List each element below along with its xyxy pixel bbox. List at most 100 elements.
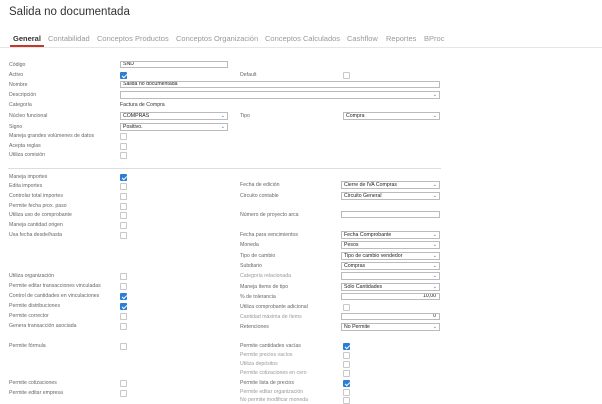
permite-corrector-checkbox[interactable] (120, 313, 127, 320)
subdiario-select[interactable]: Compras ⌄ (341, 262, 440, 270)
descripcion-select[interactable]: ⌄ (120, 91, 440, 99)
permite-lista-precios-checkbox[interactable] (343, 380, 350, 387)
tolerancia-input[interactable]: 10,00 (341, 293, 440, 300)
permite-editar-empresa-checkbox[interactable] (120, 390, 127, 397)
chevron-down-icon: ⌄ (432, 324, 437, 330)
tipo-select[interactable]: Compra ⌄ (343, 112, 440, 120)
utiliza-org-checkbox[interactable] (120, 273, 127, 280)
usa-fecha-desde-checkbox[interactable] (120, 232, 127, 239)
tipo-select-value: Compra (346, 113, 365, 119)
tab-conceptos-calculados[interactable]: Conceptos Calculados (265, 34, 340, 43)
tipo-cambio-select[interactable]: Tipo de cambio vendedor ⌄ (341, 252, 440, 260)
circuito-select[interactable]: Circuito General ⌄ (341, 192, 440, 200)
chevron-down-icon: ⌄ (432, 92, 437, 98)
maneja-importes-checkbox[interactable] (120, 174, 127, 181)
page-title: Salida no documentada (9, 6, 130, 18)
utiliza-comp-adic-label: Utiliza comprobante adicional (240, 304, 308, 310)
permite-editar-org-label: Permite editar organización (240, 389, 304, 395)
controlar-total-checkbox[interactable] (120, 193, 127, 200)
fecha-venc-select[interactable]: Fecha Comprobante ⌄ (341, 231, 440, 239)
cantidad-max-input[interactable]: 0 (341, 313, 440, 320)
codigo-label: Código (9, 62, 26, 68)
nombre-input[interactable]: Salida no documentada (120, 81, 440, 88)
numero-proyecto-label: Número de proyecto arca (240, 212, 299, 218)
signo-select[interactable]: Positivo. ⌄ (120, 123, 228, 131)
cantidad-max-label: Cantidad máxima de ítems (240, 314, 302, 320)
section-divider (8, 168, 441, 169)
no-permite-modificar-moneda-checkbox[interactable] (343, 397, 350, 404)
usa-fecha-desde-label: Usa fecha desde/hasta (9, 232, 63, 238)
fecha-edicion-select[interactable]: Cierre de IVA Compras ⌄ (341, 181, 440, 189)
chevron-down-icon: ⌄ (432, 193, 437, 199)
utiliza-depositos-checkbox[interactable] (343, 361, 350, 368)
tab-cashflow[interactable]: Cashflow (347, 34, 378, 43)
maneja-cantidad-label: Maneja cantidad origen (9, 222, 63, 228)
signo-select-value: Positivo. (123, 124, 143, 130)
subdiario-select-value: Compras (344, 263, 366, 269)
retenciones-select[interactable]: No Permite ⌄ (341, 323, 440, 331)
moneda-select[interactable]: Pesos ⌄ (341, 241, 440, 249)
permite-lista-precios-label: Permite lista de precios (240, 380, 294, 386)
tab-bproc[interactable]: BProc (424, 34, 444, 43)
maneja-items-label: Maneja ítems de tipo (240, 284, 289, 290)
moneda-label: Moneda (240, 242, 259, 248)
utiliza-comp-adic-checkbox[interactable] (343, 304, 350, 311)
tab-general[interactable]: General (13, 34, 41, 43)
permite-formula-label: Permite fórmula (9, 343, 46, 349)
permite-cotizaciones-checkbox[interactable] (120, 380, 127, 387)
fecha-edicion-select-value: Cierre de IVA Compras (344, 182, 397, 188)
permite-cotiz-cero-checkbox[interactable] (343, 370, 350, 377)
tab-reportes[interactable]: Reportes (386, 34, 416, 43)
permite-cant-vacias-checkbox[interactable] (343, 343, 350, 350)
permite-editar-trans-checkbox[interactable] (120, 283, 127, 290)
maneja-items-select[interactable]: Sólo Cantidades ⌄ (341, 283, 440, 291)
permite-distribuciones-label: Permite distribuciones (9, 303, 61, 309)
acepta-reglas-label: Acepta reglas (9, 143, 41, 149)
tipo-cambio-label: Tipo de cambio (240, 253, 276, 259)
tipo-label: Tipo (240, 113, 250, 119)
utiliza-depositos-label: Utiliza depósitos (240, 361, 278, 367)
nucleo-select[interactable]: COMPRAS ⌄ (120, 112, 228, 120)
numero-proyecto-input[interactable] (341, 211, 440, 218)
permite-precios-vacios-label: Permite precios vacíos (240, 352, 293, 358)
genera-trans-checkbox[interactable] (120, 323, 127, 330)
permite-fecha-checkbox[interactable] (120, 203, 127, 210)
maneja-grandes-checkbox[interactable] (120, 133, 127, 140)
descripcion-label: Descripción (9, 92, 37, 98)
categoria-rel-label: Categoría relacionada (240, 273, 292, 279)
permite-precios-vacios-checkbox[interactable] (343, 352, 350, 359)
permite-editar-org-checkbox[interactable] (343, 389, 350, 396)
utiliza-comision-checkbox[interactable] (120, 152, 127, 159)
utiliza-uso-checkbox[interactable] (120, 212, 127, 219)
chevron-down-icon: ⌄ (432, 232, 437, 238)
nucleo-select-value: COMPRAS (123, 113, 150, 119)
activo-checkbox[interactable] (120, 72, 127, 79)
permite-fecha-label: Permite fecha prox. paso (9, 203, 67, 209)
tolerancia-label: % de tolerancia (240, 294, 276, 300)
tab-contabilidad[interactable]: Contabilidad (48, 34, 90, 43)
fecha-edicion-label: Fecha de edición (240, 182, 280, 188)
categoria-label: Categoría (9, 102, 32, 108)
retenciones-select-value: No Permite (344, 324, 370, 330)
edita-importes-checkbox[interactable] (120, 183, 127, 190)
chevron-down-icon: ⌄ (220, 124, 225, 130)
chevron-down-icon: ⌄ (432, 182, 437, 188)
nombre-label: Nombre (9, 82, 28, 88)
default-checkbox[interactable] (343, 72, 350, 79)
control-cantidades-checkbox[interactable] (120, 293, 127, 300)
edita-importes-label: Edita importes (9, 183, 43, 189)
maneja-cantidad-checkbox[interactable] (120, 222, 127, 229)
acepta-reglas-checkbox[interactable] (120, 143, 127, 150)
permite-formula-checkbox[interactable] (120, 343, 127, 350)
codigo-input[interactable]: SND (120, 61, 228, 68)
maneja-grandes-label: Maneja grandes volúmenes de datos (9, 133, 95, 139)
permite-distribuciones-checkbox[interactable] (120, 303, 127, 310)
tab-conceptos-productos[interactable]: Conceptos Productos (97, 34, 169, 43)
tab-conceptos-organizacion[interactable]: Conceptos Organización (176, 34, 258, 43)
maneja-items-select-value: Sólo Cantidades (344, 284, 383, 290)
utiliza-comision-label: Utiliza comisión (9, 152, 46, 158)
chevron-down-icon: ⌄ (432, 273, 437, 279)
activo-label: Activo (9, 72, 24, 78)
categoria-rel-select[interactable]: ⌄ (341, 272, 440, 280)
chevron-down-icon: ⌄ (432, 113, 437, 119)
